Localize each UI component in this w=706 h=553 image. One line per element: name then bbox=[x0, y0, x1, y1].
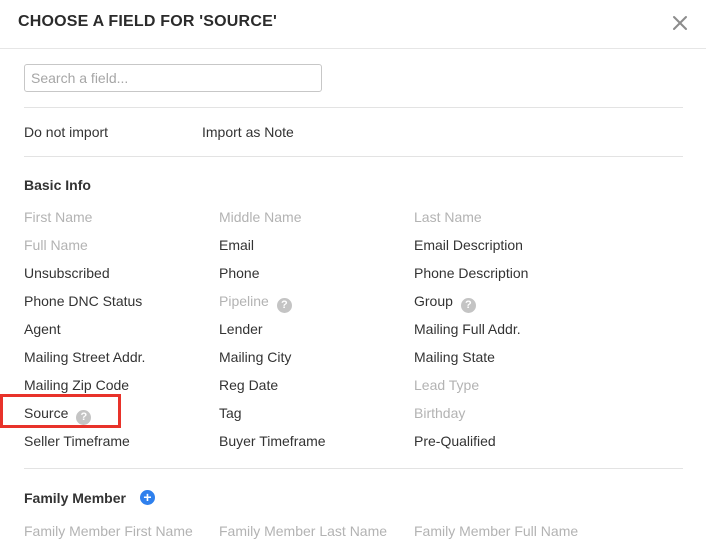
field-option-group[interactable]: Group? bbox=[414, 292, 476, 313]
field-option-label: Lead Type bbox=[414, 377, 480, 393]
field-row: Agent Lender Mailing Full Addr. bbox=[24, 320, 684, 348]
close-icon[interactable] bbox=[668, 11, 692, 35]
field-option-label: Mailing State bbox=[414, 349, 495, 365]
field-option-agent[interactable]: Agent bbox=[24, 320, 61, 338]
field-option-mailing-full-addr[interactable]: Mailing Full Addr. bbox=[414, 320, 521, 338]
field-option-family-member-first-name: Family Member First Name bbox=[24, 522, 193, 540]
field-option-label: Tag bbox=[219, 405, 242, 421]
family-member-field-row: Family Member First Name Family Member La… bbox=[24, 522, 684, 542]
field-option-label: Birthday bbox=[414, 405, 466, 421]
field-row: Source? Tag Birthday bbox=[24, 404, 684, 432]
field-option-label: Seller Timeframe bbox=[24, 433, 130, 449]
field-option-label: Reg Date bbox=[219, 377, 279, 393]
field-option-mailing-street-addr[interactable]: Mailing Street Addr. bbox=[24, 348, 145, 366]
field-option-mailing-city[interactable]: Mailing City bbox=[219, 348, 291, 366]
field-option-label: Full Name bbox=[24, 237, 88, 253]
field-option-email-description[interactable]: Email Description bbox=[414, 236, 523, 254]
field-option-label: Mailing City bbox=[219, 349, 292, 365]
field-option-label: Buyer Timeframe bbox=[219, 433, 326, 449]
field-option-label: Agent bbox=[24, 321, 61, 337]
field-option-family-member-full-name: Family Member Full Name bbox=[414, 522, 578, 540]
dialog-header: CHOOSE A FIELD FOR 'SOURCE' bbox=[0, 0, 706, 49]
field-row: Unsubscribed Phone Phone Description bbox=[24, 264, 684, 292]
field-option-label: Mailing Zip Code bbox=[24, 377, 130, 393]
field-option-label: Mailing Street Addr. bbox=[24, 349, 146, 365]
field-option-tag[interactable]: Tag bbox=[219, 404, 242, 422]
field-row: First Name Middle Name Last Name bbox=[24, 208, 684, 236]
field-row: Seller Timeframe Buyer Timeframe Pre-Quali… bbox=[24, 432, 684, 460]
field-option-mailing-zip-code[interactable]: Mailing Zip Code bbox=[24, 376, 129, 394]
field-option-label: Email bbox=[219, 237, 255, 253]
field-option-lender[interactable]: Lender bbox=[219, 320, 263, 338]
divider bbox=[24, 107, 683, 108]
field-option-label: Unsubscribed bbox=[24, 265, 110, 281]
field-option-label: Phone Description bbox=[414, 265, 529, 281]
family-member-heading: Family Member bbox=[24, 490, 126, 506]
field-option-label: Family Member Last Name bbox=[219, 523, 388, 539]
dialog-title: CHOOSE A FIELD FOR 'SOURCE' bbox=[18, 13, 277, 30]
field-option-pre-qualified[interactable]: Pre-Qualified bbox=[414, 432, 496, 450]
field-option-label: Pipeline bbox=[219, 293, 269, 309]
search-field-input[interactable] bbox=[24, 64, 322, 92]
field-option-mailing-state[interactable]: Mailing State bbox=[414, 348, 495, 366]
field-option-label: Family Member Full Name bbox=[414, 523, 579, 539]
field-option-label: Mailing Full Addr. bbox=[414, 321, 521, 337]
field-option-pipeline: Pipeline? bbox=[219, 292, 292, 313]
field-option-label: Family Member First Name bbox=[24, 523, 193, 539]
field-option-phone-dnc-status[interactable]: Phone DNC Status bbox=[24, 292, 142, 310]
field-option-last-name: Last Name bbox=[414, 208, 482, 226]
do-not-import-option[interactable]: Do not import bbox=[24, 124, 108, 140]
field-option-lead-type: Lead Type bbox=[414, 376, 479, 394]
field-option-family-member-last-name: Family Member Last Name bbox=[219, 522, 387, 540]
field-option-unsubscribed[interactable]: Unsubscribed bbox=[24, 264, 110, 282]
field-option-label: Last Name bbox=[414, 209, 482, 225]
field-option-full-name: Full Name bbox=[24, 236, 88, 254]
field-option-email[interactable]: Email bbox=[219, 236, 254, 254]
basic-info-heading: Basic Info bbox=[24, 177, 91, 193]
field-option-birthday: Birthday bbox=[414, 404, 465, 422]
add-family-member-icon[interactable]: + bbox=[140, 490, 155, 505]
field-option-label: Email Description bbox=[414, 237, 523, 253]
divider bbox=[24, 468, 683, 469]
question-mark-icon[interactable]: ? bbox=[276, 298, 292, 313]
field-option-middle-name: Middle Name bbox=[219, 208, 301, 226]
field-option-label: Middle Name bbox=[219, 209, 302, 225]
field-option-label: Lender bbox=[219, 321, 263, 337]
divider bbox=[24, 156, 683, 157]
field-row: Mailing Street Addr. Mailing City Mailing … bbox=[24, 348, 684, 376]
basic-info-field-grid: First Name Middle Name Last Name Full Name E… bbox=[24, 208, 684, 460]
field-option-label: Phone bbox=[219, 265, 260, 281]
question-mark-icon[interactable]: ? bbox=[460, 298, 476, 313]
field-option-reg-date[interactable]: Reg Date bbox=[219, 376, 278, 394]
field-row: Phone DNC Status Pipeline? Group? bbox=[24, 292, 684, 320]
field-option-label: Group bbox=[414, 293, 453, 309]
field-option-seller-timeframe[interactable]: Seller Timeframe bbox=[24, 432, 130, 450]
field-option-first-name: First Name bbox=[24, 208, 92, 226]
source-highlight-box bbox=[0, 394, 121, 428]
field-option-phone[interactable]: Phone bbox=[219, 264, 259, 282]
import-as-note-option[interactable]: Import as Note bbox=[202, 124, 294, 140]
field-option-phone-description[interactable]: Phone Description bbox=[414, 264, 528, 282]
field-row: Mailing Zip Code Reg Date Lead Type bbox=[24, 376, 684, 404]
field-option-label: First Name bbox=[24, 209, 93, 225]
field-row: Full Name Email Email Description bbox=[24, 236, 684, 264]
field-option-buyer-timeframe[interactable]: Buyer Timeframe bbox=[219, 432, 326, 450]
field-option-label: Pre-Qualified bbox=[414, 433, 496, 449]
field-option-label: Phone DNC Status bbox=[24, 293, 143, 309]
